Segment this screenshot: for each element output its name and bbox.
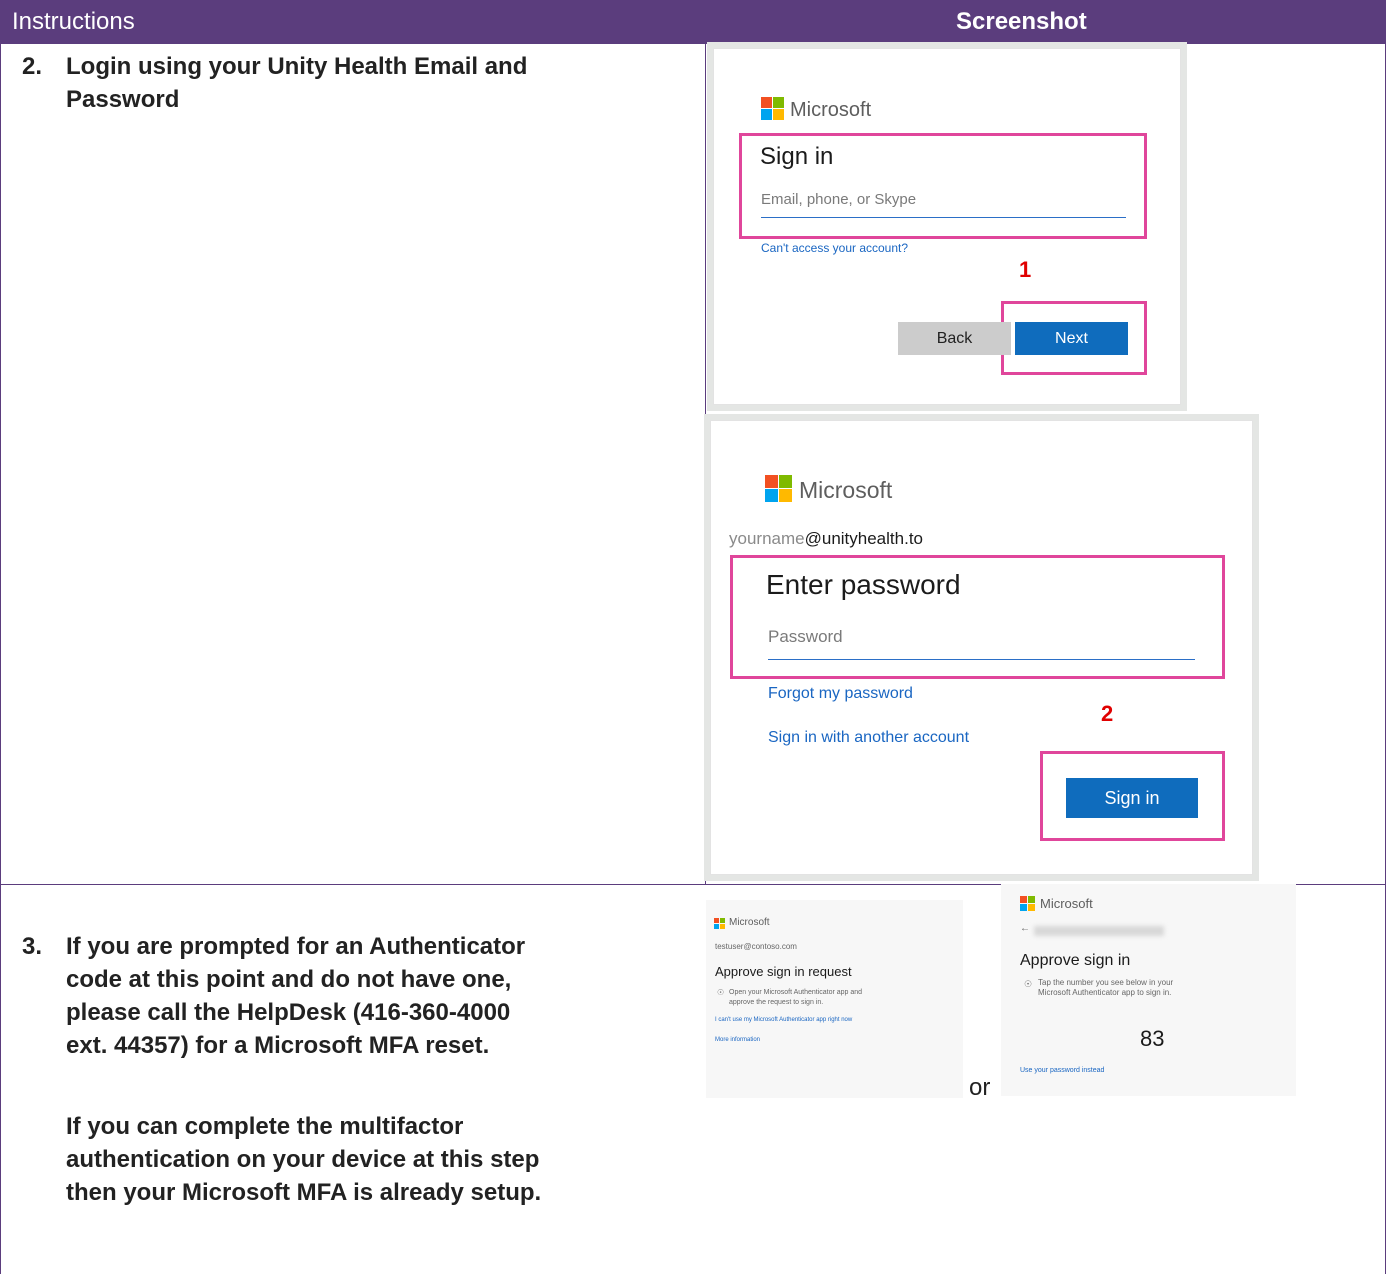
email-field-underline [761,217,1126,218]
approve-sign-in-body: Tap the number you see below in your Mic… [1038,978,1173,998]
approve-request-body: Open your Microsoft Authenticator app an… [729,988,862,1008]
other-account-link[interactable]: Sign in with another account [768,729,969,747]
back-button[interactable]: Back [898,322,1011,355]
authenticator-icon: ☉ [717,988,725,997]
table-border-left [0,44,1,1274]
back-arrow-icon[interactable]: ← [1020,923,1030,934]
step-3-paragraph-2: If you can complete the multifactor auth… [66,1110,686,1209]
verification-number: 83 [1140,1026,1165,1051]
approve-request-title: Approve sign in request [715,964,852,979]
forgot-password-link[interactable]: Forgot my password [768,685,913,703]
password-field-underline [768,659,1195,660]
callout-1: 1 [1019,257,1032,282]
microsoft-brand: Microsoft [1040,896,1093,911]
signin-title: Sign in [760,143,834,170]
use-password-link[interactable]: Use your password instead [1020,1067,1104,1074]
identity-domain: @unityhealth.to [804,529,923,548]
step-3-line: then your Microsoft MFA is already setup… [66,1179,542,1206]
step-2-number: 2. [22,53,43,80]
step-2-text: Login using your Unity Health Email and … [66,50,686,116]
step-3-line: If you are prompted for an Authenticator [66,933,526,960]
step-3-line: code at this point and do not have one, [66,966,512,993]
step-3-line: authentication on your device at this st… [66,1146,540,1173]
email-field[interactable]: Email, phone, or Skype [761,191,916,208]
table-header: Instructions Screenshot [0,0,1386,44]
approve-sign-in-title: Approve sign in [1020,952,1131,969]
identity-email: yourname@unityhealth.to [729,529,923,549]
step-3-line: ext. 44357) for a Microsoft MFA reset. [66,1032,490,1059]
authenticator-icon: ☉ [1024,979,1033,989]
cant-access-link[interactable]: Can't access your account? [761,241,908,255]
body-line: Open your Microsoft Authenticator app an… [729,989,863,996]
signin-screenshot: Microsoft Sign in Email, phone, or Skype… [713,48,1181,405]
body-line: Tap the number you see below in your [1038,978,1174,987]
column-divider [705,44,706,884]
column-header-instructions: Instructions [12,8,135,35]
enter-password-title: Enter password [766,569,961,600]
column-header-screenshot: Screenshot [956,8,1087,35]
or-label: or [969,1074,991,1101]
blurred-email [1034,926,1164,936]
cant-use-authenticator-link[interactable]: I can't use my Microsoft Authenticator a… [715,1017,852,1023]
step-3-line: please call the HelpDesk (416-360-4000 [66,999,511,1026]
more-information-link[interactable]: More information [715,1037,760,1043]
identity-name: yourname [729,529,805,548]
callout-2: 2 [1101,701,1114,726]
account-email: testuser@contoso.com [715,942,797,951]
step-3-number: 3. [22,933,43,960]
step-2-line-2: Password [66,86,180,113]
approve-request-screenshot: Microsoft testuser@contoso.com Approve s… [706,900,963,1098]
signin-button[interactable]: Sign in [1066,778,1198,818]
step-3-paragraph-1: If you are prompted for an Authenticator… [66,930,686,1062]
body-line: approve the request to sign in. [729,999,824,1006]
step-2-line-1: Login using your Unity Health Email and [66,53,528,80]
next-button[interactable]: Next [1015,322,1128,355]
microsoft-brand: Microsoft [790,99,872,121]
microsoft-brand: Microsoft [799,477,893,503]
approve-number-screenshot: Microsoft ← Approve sign in ☉ Tap the nu… [1001,884,1296,1096]
step-3-line: If you can complete the multifactor [66,1113,464,1140]
body-line: Microsoft Authenticator app to sign in. [1038,988,1172,997]
password-screenshot: Microsoft yourname@unityhealth.to Enter … [710,420,1253,875]
microsoft-brand: Microsoft [729,917,770,928]
password-field[interactable]: Password [768,627,843,647]
